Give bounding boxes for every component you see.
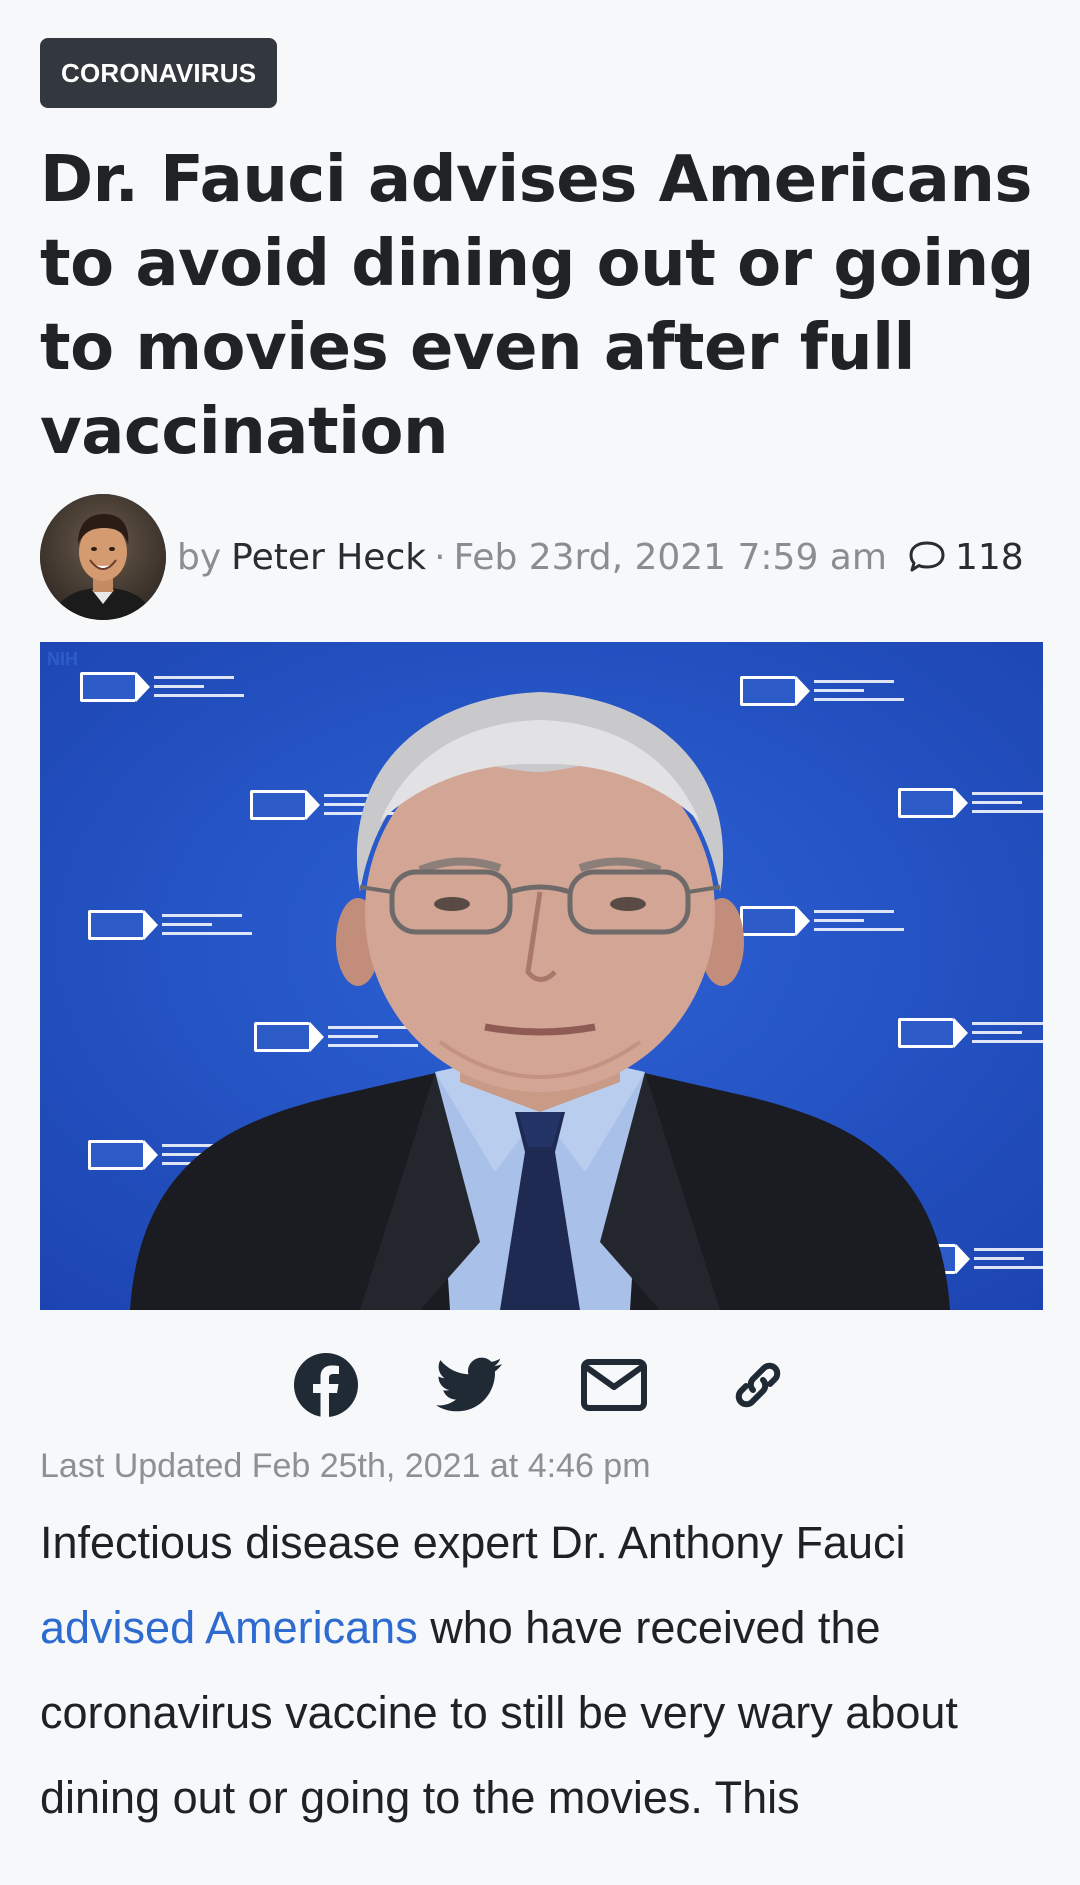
article-body-paragraph: Infectious disease expert Dr. Anthony Fa…	[40, 1500, 1050, 1840]
category-badge[interactable]: CORONAVIRUS	[40, 38, 278, 108]
byline-prefix: by	[177, 536, 222, 578]
byline-meta: by Peter Heck · Feb 23rd, 2021 7:59 am 1…	[177, 537, 1024, 578]
twitter-icon	[435, 1357, 502, 1412]
svg-text:NIH: NIH	[47, 649, 78, 669]
share-bar	[40, 1350, 1043, 1420]
facebook-icon	[293, 1353, 358, 1417]
author-link[interactable]: Peter Heck	[231, 537, 426, 578]
article-headline: Dr. Fauci advises Americans to avoid din…	[40, 143, 1034, 469]
body-intro: Infectious disease expert Dr. Anthony Fa…	[40, 1517, 906, 1568]
publish-date: Feb 23rd, 2021 7:59 am	[453, 536, 887, 578]
speech-bubble-icon	[909, 541, 945, 572]
share-twitter-button[interactable]	[434, 1349, 506, 1421]
share-email-button[interactable]	[578, 1349, 650, 1421]
comment-count: 118	[954, 536, 1024, 578]
source-link[interactable]: advised Americans	[40, 1602, 418, 1653]
copy-link-button[interactable]	[722, 1349, 794, 1421]
share-facebook-button[interactable]	[290, 1349, 362, 1421]
author-avatar[interactable]	[40, 494, 166, 620]
byline-separator: ·	[434, 536, 446, 578]
link-icon	[735, 1362, 780, 1408]
email-icon	[580, 1359, 647, 1411]
article: CORONAVIRUS Dr. Fauci advises Americans …	[40, 38, 1043, 1885]
comments-link[interactable]: 118	[907, 537, 1024, 578]
hero-image[interactable]: NIH	[40, 642, 1043, 1310]
byline: by Peter Heck · Feb 23rd, 2021 7:59 am 1…	[40, 494, 1043, 620]
last-updated: Last Updated Feb 25th, 2021 at 4:46 pm	[40, 1447, 651, 1485]
